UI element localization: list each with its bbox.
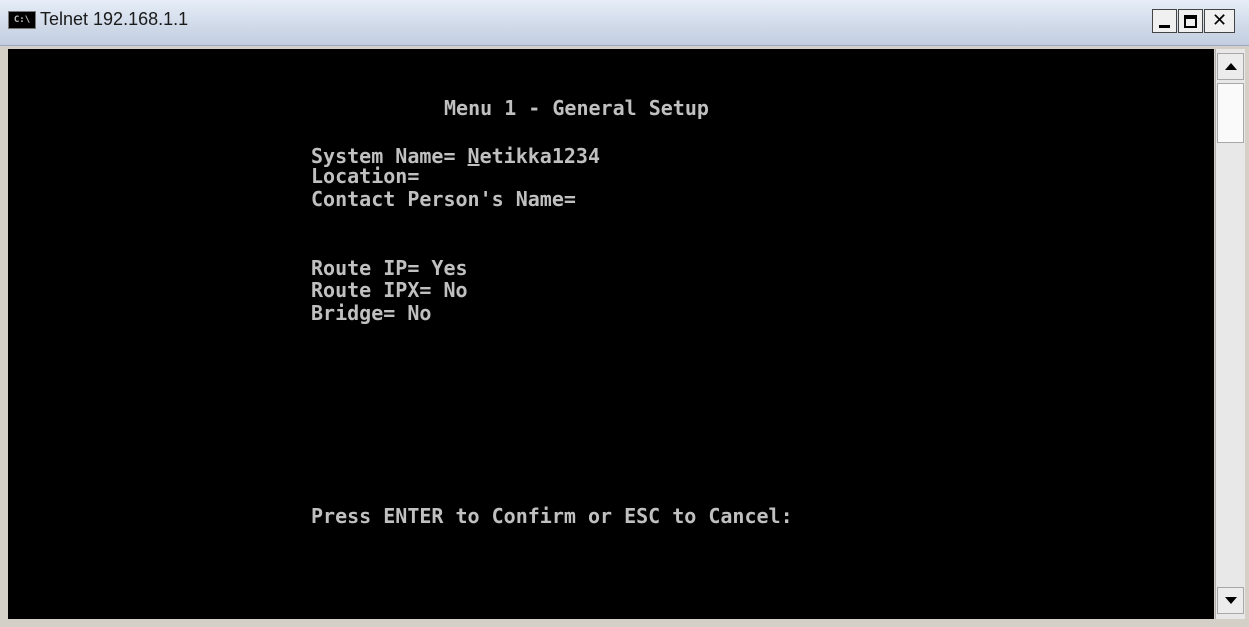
vertical-scrollbar[interactable] [1215,49,1245,619]
close-button[interactable]: ✕ [1204,9,1235,33]
terminal-area[interactable]: Menu 1 - General Setup System Name= Neti… [8,49,1214,619]
arrow-up-icon [1224,63,1237,70]
close-icon: ✕ [1211,10,1228,31]
telnet-window: C:\ Telnet 192.168.1.1 ✕ Menu 1 - Genera… [0,0,1249,627]
location-field[interactable]: Location= [311,165,419,187]
text-cursor: N [467,144,480,168]
system-name-value: etikka1234 [479,144,601,168]
route-ipx-field[interactable]: Route IPX= No [311,279,468,301]
minimize-icon [1159,24,1170,28]
window-title: Telnet 192.168.1.1 [40,9,189,29]
route-ip-field[interactable]: Route IP= Yes [311,257,468,279]
title-bar[interactable]: C:\ Telnet 192.168.1.1 ✕ [0,0,1249,46]
scroll-up-button[interactable] [1217,53,1244,80]
arrow-down-icon [1224,597,1237,604]
window-bottom-edge [0,619,1249,627]
confirm-prompt: Press ENTER to Confirm or ESC to Cancel: [311,504,793,528]
bridge-field[interactable]: Bridge= No [311,302,431,324]
scroll-down-button[interactable] [1217,587,1244,614]
menu-title: Menu 1 - General Setup [444,96,709,120]
scroll-thumb[interactable] [1217,83,1244,143]
maximize-button[interactable] [1178,9,1203,33]
maximize-icon [1184,14,1197,28]
contact-person-field[interactable]: Contact Person's Name= [311,188,576,210]
minimize-button[interactable] [1152,9,1177,33]
console-icon[interactable]: C:\ [8,11,36,29]
